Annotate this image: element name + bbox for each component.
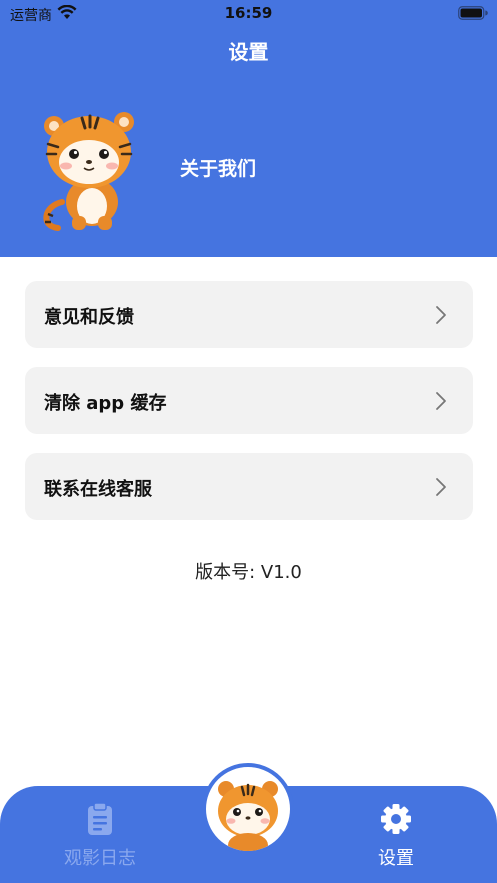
- chevron-right-icon: [436, 478, 446, 496]
- feedback-item[interactable]: 意见和反馈: [25, 281, 473, 348]
- online-support-label: 联系在线客服: [44, 479, 152, 500]
- tab-movie-log[interactable]: 观影日志: [30, 802, 170, 872]
- tab-settings[interactable]: 设置: [326, 802, 466, 872]
- status-time: 16:59: [224, 4, 273, 22]
- about-us-link[interactable]: 关于我们: [180, 154, 256, 181]
- battery-icon: [458, 6, 488, 20]
- page-title: 设置: [228, 40, 269, 64]
- status-bar: 运营商 16:59: [0, 0, 497, 26]
- tab-movie-log-label: 观影日志: [64, 848, 136, 869]
- clipboard-icon: [88, 802, 112, 835]
- settings-screen: 运营商 16:59 设置 关于我们 意见和反馈 清除 app 缓存 联系在线客服…: [0, 0, 497, 883]
- online-support-item[interactable]: 联系在线客服: [25, 453, 473, 520]
- chevron-right-icon: [436, 306, 446, 324]
- chevron-right-icon: [436, 392, 446, 410]
- tiger-mascot-icon: [218, 781, 278, 851]
- clear-cache-item[interactable]: 清除 app 缓存: [25, 367, 473, 434]
- tiger-avatar: [43, 112, 134, 231]
- header-banner: 运营商 16:59 设置 关于我们: [0, 0, 497, 257]
- tab-settings-label: 设置: [378, 848, 414, 869]
- clear-cache-label: 清除 app 缓存: [44, 393, 167, 414]
- center-mascot-button[interactable]: [202, 763, 294, 855]
- version-text: 版本号: V1.0: [195, 562, 302, 583]
- feedback-label: 意见和反馈: [44, 307, 134, 328]
- gear-icon: [381, 804, 411, 834]
